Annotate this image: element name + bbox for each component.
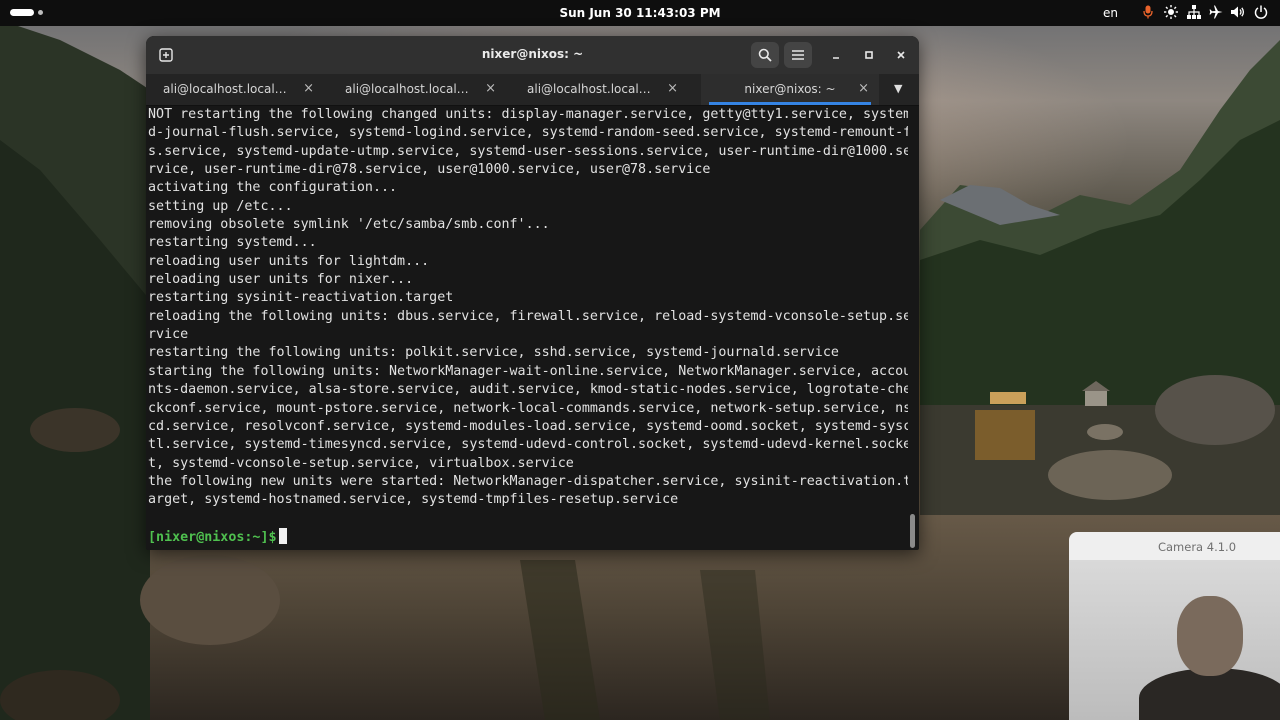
shell-prompt: [nixer@nixos:~]$	[148, 529, 277, 545]
terminal-line: reloading the following units: dbus.serv…	[148, 308, 908, 324]
terminal-line: rvice	[148, 327, 189, 343]
terminal-line: reloading user units for lightdm...	[148, 253, 430, 269]
terminal-line: the following new units were started: Ne…	[148, 473, 908, 489]
terminal-window: nixer@nixos: ~ ali@localhost.localdo… × …	[146, 36, 919, 550]
terminal-line: restarting sysinit-reactivation.target	[148, 290, 454, 306]
maximize-button[interactable]	[855, 42, 883, 68]
close-button[interactable]	[887, 42, 915, 68]
tab-ali-localhost-1[interactable]: ali@localhost.localdo… ×	[146, 74, 324, 105]
tab-nixer-nixos[interactable]: nixer@nixos: ~ ×	[701, 74, 879, 105]
terminal-line: restarting systemd...	[148, 235, 317, 251]
tab-overflow-dropdown-icon[interactable]: ▼	[894, 82, 902, 95]
terminal-line: ckconf.service, mount-pstore.service, ne…	[148, 400, 908, 416]
terminal-line: removing obsolete symlink '/etc/samba/sm…	[148, 217, 550, 233]
language-indicator[interactable]: en	[1103, 6, 1118, 20]
terminal-line: tl.service, systemd-timesyncd.service, s…	[148, 437, 908, 453]
network-icon[interactable]	[1187, 5, 1201, 23]
terminal-line: restarting the following units: polkit.s…	[148, 345, 839, 361]
terminal-line: t, systemd-vconsole-setup.service, virtu…	[148, 455, 574, 471]
tab-label: ali@localhost.localdo…	[163, 82, 289, 96]
main-menu-button[interactable]	[784, 42, 812, 68]
camera-window-title: Camera 4.1.0	[1157, 540, 1237, 554]
terminal-line: rvice, user-runtime-dir@78.service, user…	[148, 162, 711, 178]
terminal-scrollbar[interactable]	[910, 514, 915, 548]
tab-close-icon[interactable]: ×	[858, 81, 869, 96]
search-icon	[758, 48, 772, 62]
tab-close-icon[interactable]: ×	[667, 81, 678, 96]
search-button[interactable]	[751, 42, 779, 68]
camera-feed	[1069, 560, 1280, 720]
power-icon[interactable]	[1254, 5, 1268, 23]
terminal-output[interactable]: NOT restarting the following changed uni…	[146, 106, 908, 550]
terminal-line: starting the following units: NetworkMan…	[148, 363, 908, 379]
text-cursor	[278, 527, 287, 544]
prompt-line[interactable]: [nixer@nixos:~]$	[146, 527, 908, 546]
microphone-icon[interactable]	[1143, 5, 1153, 23]
airplane-mode-icon[interactable]	[1209, 5, 1223, 23]
tab-close-icon[interactable]: ×	[485, 81, 496, 96]
volume-icon[interactable]	[1231, 5, 1245, 23]
terminal-line: nts-daemon.service, alsa-store.service, …	[148, 382, 908, 398]
tab-label: ali@localhost.localdo…	[345, 82, 471, 96]
terminal-headerbar: nixer@nixos: ~	[146, 36, 919, 74]
terminal-line: reloading user units for nixer...	[148, 272, 414, 288]
terminal-line: NOT restarting the following changed uni…	[148, 107, 908, 122]
camera-window: Camera 4.1.0	[1069, 532, 1280, 720]
tab-close-icon[interactable]: ×	[303, 81, 314, 96]
terminal-line: s.service, systemd-update-utmp.service, …	[148, 143, 908, 159]
minimize-icon	[833, 57, 839, 59]
tab-ali-localhost-3[interactable]: ali@localhost.localdom… ×	[510, 74, 688, 105]
maximize-icon	[865, 51, 873, 59]
tab-label: nixer@nixos: ~	[744, 82, 836, 96]
terminal-line: d-journal-flush.service, systemd-logind.…	[148, 125, 908, 141]
close-icon	[897, 51, 905, 59]
terminal-line: activating the configuration...	[148, 180, 398, 196]
minimize-button[interactable]	[822, 42, 850, 68]
terminal-line: cd.service, resolvconf.service, systemd-…	[148, 418, 908, 434]
top-bar: Sun Jun 30 11:43:03 PM en	[0, 0, 1280, 26]
brightness-icon[interactable]	[1164, 5, 1178, 23]
tab-ali-localhost-2[interactable]: ali@localhost.localdo… ×	[328, 74, 506, 105]
terminal-line: setting up /etc...	[148, 198, 293, 214]
webcam-person-head	[1177, 596, 1243, 676]
tab-bar: ali@localhost.localdo… × ali@localhost.l…	[146, 74, 919, 106]
tab-label: ali@localhost.localdom…	[527, 82, 653, 96]
clock[interactable]: Sun Jun 30 11:43:03 PM	[0, 6, 1280, 20]
terminal-line: arget, systemd-hostnamed.service, system…	[148, 492, 679, 508]
hamburger-menu-icon	[792, 50, 804, 60]
